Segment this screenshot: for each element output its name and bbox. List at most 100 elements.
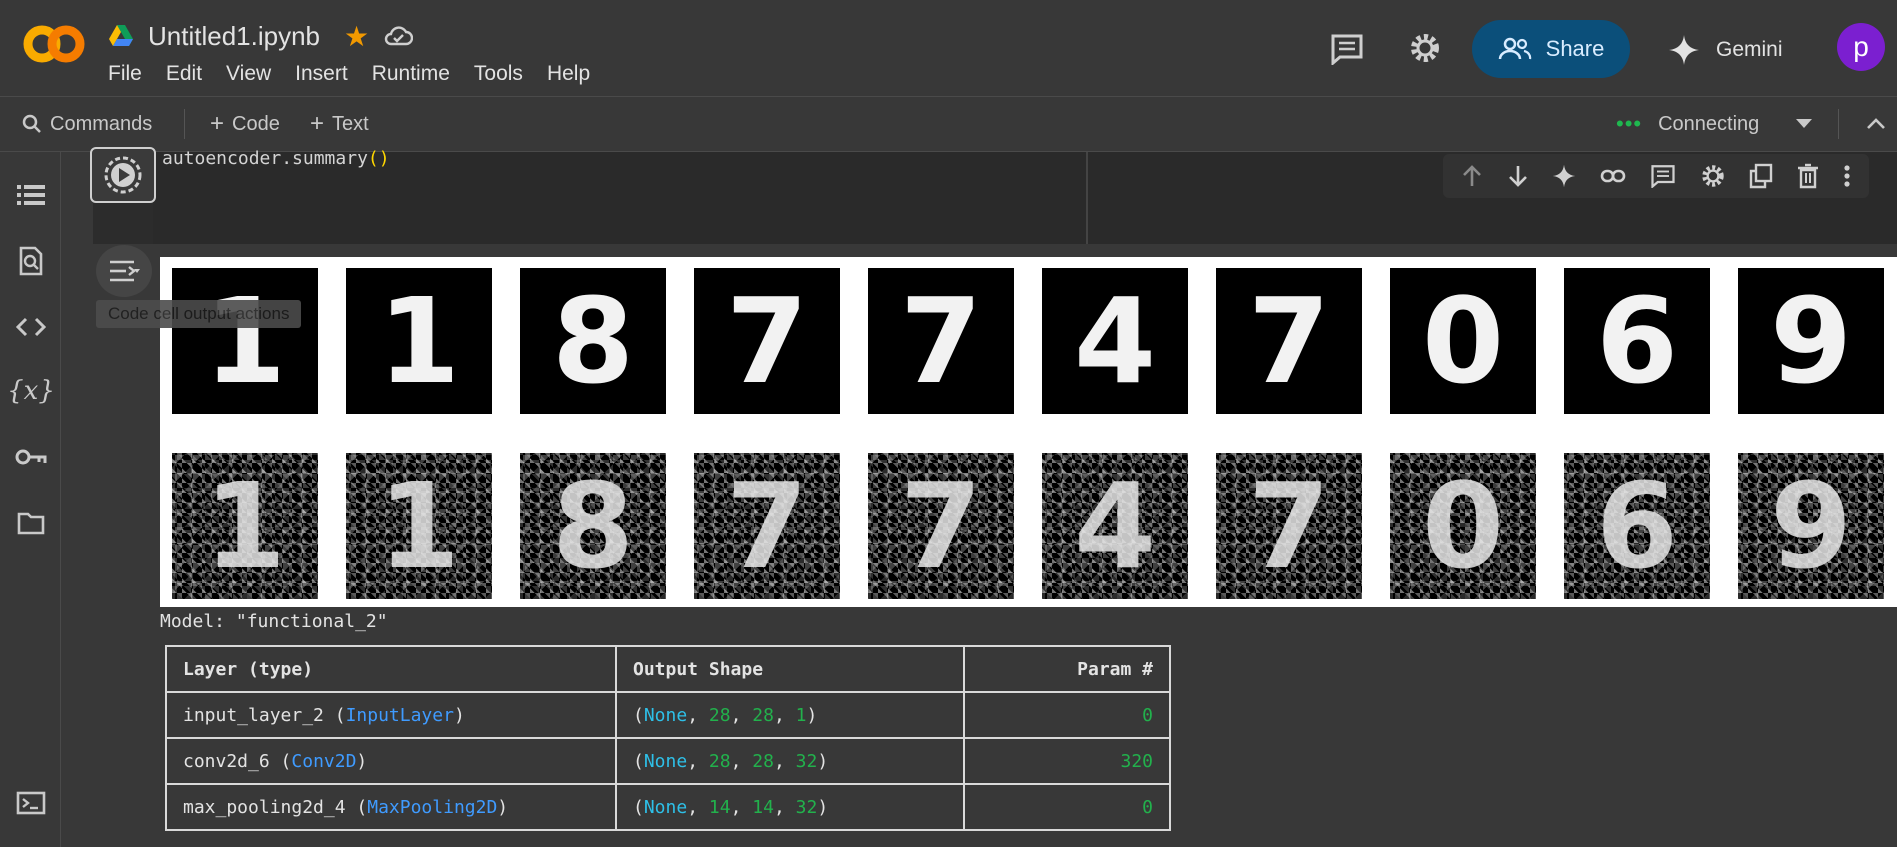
play-icon bbox=[104, 156, 142, 194]
code-text: autoencoder.summary bbox=[162, 148, 368, 169]
digit-glyph: 4 bbox=[1073, 457, 1157, 595]
digit-glyph: 6 bbox=[1595, 272, 1679, 410]
search-icon bbox=[22, 114, 41, 133]
status-label: Connecting bbox=[1658, 112, 1760, 135]
menu-runtime[interactable]: Runtime bbox=[372, 62, 450, 86]
notebook-toolbar: Commands + Code + Text ••• Connecting bbox=[0, 97, 1897, 152]
digit-glyph: 9 bbox=[1769, 272, 1853, 410]
collapse-header-button[interactable] bbox=[1866, 107, 1886, 141]
table-body: input_layer_2 (InputLayer) (None, 28, 28,… bbox=[165, 691, 1171, 831]
noisy-digit-image: 0 bbox=[1390, 453, 1536, 599]
add-text-button[interactable]: + Text bbox=[310, 107, 369, 141]
settings-gear-icon[interactable] bbox=[1408, 31, 1442, 65]
toolbar-divider bbox=[184, 109, 185, 139]
layer-name: input_layer_2 bbox=[183, 704, 324, 726]
share-label: Share bbox=[1545, 36, 1605, 61]
output-shape-cell: (None, 28, 28, 1) bbox=[615, 691, 965, 739]
noisy-digit-image: 4 bbox=[1042, 453, 1188, 599]
table-header-row: Layer (type) Output Shape Param # bbox=[165, 645, 1171, 693]
digit-glyph: 0 bbox=[1421, 457, 1505, 595]
menu-insert[interactable]: Insert bbox=[295, 62, 348, 86]
code-snippets-icon[interactable] bbox=[14, 310, 48, 344]
digit-glyph: 1 bbox=[377, 272, 461, 410]
header-param-count: Param # bbox=[963, 645, 1171, 693]
code-parens: () bbox=[367, 148, 390, 169]
original-digit-image: 1 bbox=[172, 268, 318, 414]
notebook-title[interactable]: Untitled1.ipynb bbox=[148, 21, 320, 52]
layer-name: conv2d_6 bbox=[183, 750, 270, 772]
digit-glyph: 7 bbox=[899, 457, 983, 595]
digit-glyph: 7 bbox=[725, 457, 809, 595]
code-line[interactable]: autoencoder.summary() bbox=[162, 148, 390, 169]
output-shape-cell: (None, 14, 14, 32) bbox=[615, 783, 965, 831]
shape-dim: 14 bbox=[752, 796, 774, 818]
original-digit-image: 7 bbox=[694, 268, 840, 414]
param-count-cell: 0 bbox=[963, 691, 1171, 739]
original-digit-image: 7 bbox=[868, 268, 1014, 414]
terminal-icon[interactable] bbox=[14, 786, 48, 820]
more-icon[interactable] bbox=[1843, 164, 1851, 188]
output-actions-tooltip: Code cell output actions bbox=[96, 300, 302, 328]
model-summary-table: Layer (type) Output Shape Param # input_… bbox=[165, 645, 1171, 831]
header-output-shape: Output Shape bbox=[615, 645, 965, 693]
secrets-key-icon[interactable] bbox=[14, 440, 48, 474]
original-digit-image: 1 bbox=[346, 268, 492, 414]
variables-icon[interactable]: {x} bbox=[7, 374, 55, 408]
files-folder-icon[interactable] bbox=[14, 506, 48, 540]
gemini-sparkle-icon[interactable] bbox=[1552, 164, 1576, 188]
runtime-dropdown-button[interactable] bbox=[1796, 107, 1812, 141]
layer-type: MaxPooling2D bbox=[367, 796, 498, 818]
digit-glyph: 1 bbox=[377, 457, 461, 595]
menu-tools[interactable]: Tools bbox=[474, 62, 523, 86]
digit-glyph: 9 bbox=[1769, 457, 1853, 595]
menu-help[interactable]: Help bbox=[547, 62, 590, 86]
runtime-status-button[interactable]: ••• Connecting bbox=[1616, 107, 1759, 141]
original-digit-image: 6 bbox=[1564, 268, 1710, 414]
table-of-contents-icon[interactable] bbox=[14, 178, 48, 212]
gemini-button[interactable]: Gemini bbox=[1668, 26, 1783, 74]
move-up-icon[interactable] bbox=[1461, 164, 1483, 188]
commands-button[interactable]: Commands bbox=[22, 107, 152, 141]
digit-glyph: 8 bbox=[551, 272, 635, 410]
account-avatar[interactable]: p bbox=[1837, 23, 1885, 71]
toolbar-divider bbox=[1838, 109, 1839, 139]
menu-file[interactable]: File bbox=[108, 62, 142, 86]
add-code-button[interactable]: + Code bbox=[210, 107, 280, 141]
header-layer-type: Layer (type) bbox=[165, 645, 617, 693]
drive-icon bbox=[109, 25, 133, 46]
chevron-up-icon bbox=[1867, 118, 1885, 129]
settings-icon[interactable] bbox=[1700, 163, 1726, 189]
layer-name: max_pooling2d_4 bbox=[183, 796, 346, 818]
star-icon[interactable]: ★ bbox=[344, 20, 369, 53]
comments-icon[interactable] bbox=[1330, 33, 1364, 65]
find-replace-icon[interactable] bbox=[14, 244, 48, 278]
original-digit-image: 0 bbox=[1390, 268, 1536, 414]
colab-logo[interactable] bbox=[22, 24, 86, 64]
comment-icon[interactable] bbox=[1650, 164, 1676, 188]
noisy-digit-image: 8 bbox=[520, 453, 666, 599]
original-digit-image: 4 bbox=[1042, 268, 1188, 414]
noisy-digit-image: 7 bbox=[694, 453, 840, 599]
layer-cell: input_layer_2 (InputLayer) bbox=[165, 691, 617, 739]
share-button[interactable]: Share bbox=[1472, 20, 1630, 78]
link-icon[interactable] bbox=[1600, 168, 1626, 184]
mirror-cell-icon[interactable] bbox=[1749, 163, 1773, 189]
shape-dim: None bbox=[643, 704, 688, 726]
digit-glyph: 7 bbox=[725, 272, 809, 410]
noisy-digit-image: 7 bbox=[868, 453, 1014, 599]
shape-dim: 14 bbox=[708, 796, 731, 818]
menu-view[interactable]: View bbox=[226, 62, 271, 86]
output-actions-button[interactable] bbox=[96, 245, 152, 297]
delete-icon[interactable] bbox=[1797, 163, 1819, 189]
menu-edit[interactable]: Edit bbox=[166, 62, 202, 86]
move-down-icon[interactable] bbox=[1507, 164, 1529, 188]
shape-dim: None bbox=[643, 750, 688, 772]
layer-type: Conv2D bbox=[291, 750, 357, 772]
noisy-digit-image: 1 bbox=[172, 453, 318, 599]
cloud-saved-icon[interactable] bbox=[383, 25, 414, 47]
shape-dim: 28 bbox=[752, 750, 774, 772]
layer-cell: max_pooling2d_4 (MaxPooling2D) bbox=[165, 783, 617, 831]
digit-glyph: 7 bbox=[899, 272, 983, 410]
original-digit-image: 8 bbox=[520, 268, 666, 414]
run-cell-button[interactable] bbox=[90, 147, 156, 203]
